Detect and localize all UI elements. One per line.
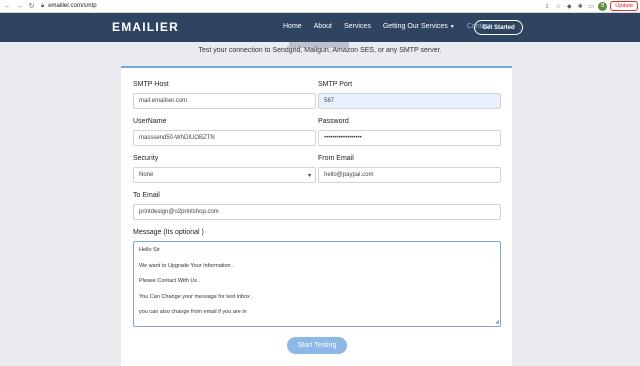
forward-icon[interactable]: → (15, 2, 24, 11)
address-bar[interactable]: emailier.com/smtp (48, 3, 96, 9)
message-line: We want to Upgrade Your Information . (139, 262, 234, 269)
extension-icon[interactable]: ◆ (565, 2, 573, 10)
get-started-button[interactable]: Get Started (474, 20, 523, 35)
message-line: Hello Sir (139, 247, 160, 253)
lock-icon[interactable]: 🔒︎ (41, 3, 44, 10)
sidebar-icon[interactable]: ▭ (587, 2, 595, 10)
to-email-input[interactable]: printdesign@o2printshop.com (133, 204, 501, 220)
back-icon[interactable]: ← (3, 2, 12, 11)
nav-home[interactable]: Home (283, 23, 302, 30)
smtp-port-label: SMTP Port (318, 81, 353, 88)
smtp-host-label: SMTP Host (133, 81, 169, 88)
start-testing-button[interactable]: Start Testing (287, 337, 347, 354)
from-email-input[interactable]: hello@paypal.com (318, 167, 501, 183)
update-button[interactable]: Update (610, 1, 638, 11)
security-label: Security (133, 155, 159, 162)
message-line: You Can Change your message for test inb… (139, 293, 253, 300)
message-line: Please Contact With Us . (139, 278, 201, 284)
share-icon[interactable]: ⇪ (543, 2, 551, 10)
smtp-port-input[interactable]: 587 (318, 93, 501, 109)
avatar[interactable]: B (598, 1, 608, 11)
smtp-test-form: SMTP Host mail.emailser.com SMTP Port 58… (121, 66, 512, 366)
nav-about[interactable]: About (314, 23, 332, 30)
username-label: UserName (133, 118, 167, 125)
nav-getting-our-services-label: Getting Our Services (382, 23, 448, 30)
chevron-down-icon: ▼ (449, 24, 455, 30)
site-header: EMAILIER Home About Services Getting Our… (0, 13, 640, 42)
star-icon[interactable]: ☆ (554, 2, 562, 10)
nav-getting-our-services[interactable]: Getting Our Services ▼ (383, 23, 455, 30)
main-nav: Home About Services Getting Our Services… (283, 23, 503, 30)
message-textarea[interactable]: Hello Sir We want to Upgrade Your Inform… (133, 241, 501, 327)
message-label: Message (Its optional ) (133, 229, 204, 236)
reload-icon[interactable]: ↻ (27, 2, 36, 11)
password-label: Password (318, 118, 349, 125)
password-input[interactable]: •••••••••••••••••• (318, 130, 501, 146)
site-logo[interactable]: EMAILIER (112, 20, 179, 34)
security-select-value: None (139, 172, 154, 178)
chevron-down-icon: ▾ (307, 172, 311, 179)
smtp-host-input[interactable]: mail.emailser.com (133, 93, 316, 109)
username-input[interactable]: masssend50-WhDIUOBZTN (133, 130, 316, 146)
message-line: you can also change from email if you ar… (139, 309, 247, 315)
puzzle-icon[interactable]: ✱ (576, 2, 584, 10)
security-select[interactable]: None ▾ (133, 167, 316, 183)
resize-handle-icon[interactable]: ◢ (495, 319, 499, 325)
from-email-label: From Email (318, 155, 354, 162)
page-subtitle: Test your connection to Sendgrid, Mailgu… (198, 47, 442, 54)
browser-toolbar: ← → ↻ 🔒︎ emailier.com/smtp ⇪ ☆ ◆ ✱ ▭ B U… (0, 0, 640, 13)
to-email-label: To Email (133, 192, 160, 199)
nav-services[interactable]: Services (344, 23, 371, 30)
